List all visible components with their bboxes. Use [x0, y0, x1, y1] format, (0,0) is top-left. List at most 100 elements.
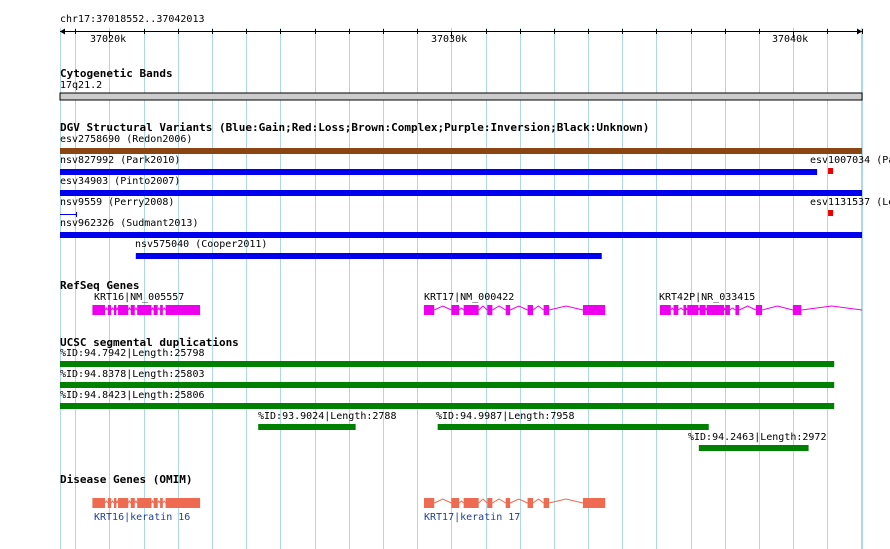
track-title-cytoband[interactable]: Cytogenetic Bands	[60, 67, 173, 80]
refseq-gene-intron	[678, 307, 684, 311]
omim-gene-exon	[118, 498, 129, 508]
omim-gene-label[interactable]: KRT17|keratin 17	[424, 512, 520, 524]
refseq-gene-exon	[130, 305, 135, 315]
refseq-gene-intron	[134, 307, 138, 311]
refseq-gene-intron	[548, 305, 584, 311]
refseq-gene-intron	[532, 305, 544, 311]
segdup-feature-label[interactable]: %ID:93.9024|Length:2788	[258, 411, 396, 423]
dgv-feature-label[interactable]: esv34903 (Pinto2007)	[60, 176, 180, 188]
segdup-feature-label[interactable]: %ID:94.7942|Length:25798	[60, 348, 205, 360]
dgv-feature-bar	[60, 148, 862, 154]
segdup-feature-bar	[60, 382, 835, 388]
omim-gene-intron	[509, 498, 528, 504]
omim-gene-intron	[434, 498, 452, 504]
track-title-omim[interactable]: Disease Genes (OMIM)	[60, 473, 192, 486]
refseq-gene-intron	[729, 307, 736, 311]
omim-gene-intron	[104, 500, 109, 504]
refseq-gene-intron	[162, 307, 166, 311]
segdup-feature-label[interactable]: %ID:94.2463|Length:2972	[688, 432, 826, 444]
refseq-gene-intron	[761, 305, 793, 311]
omim-gene-intron	[127, 500, 132, 504]
omim-gene-intron	[532, 498, 544, 504]
cytoband-bar	[59, 92, 863, 101]
omim-gene-intron	[134, 500, 138, 504]
refseq-gene-exon	[699, 305, 706, 315]
refseq-gene-exon	[582, 305, 606, 315]
segdup-feature-bar	[258, 424, 356, 430]
refseq-gene-exon	[118, 305, 129, 315]
tracks-area	[59, 92, 863, 508]
omim-gene-exon	[423, 498, 435, 508]
refseq-gene-intron	[127, 307, 132, 311]
refseq-gene-intron	[801, 305, 863, 311]
dgv-feature-label[interactable]: esv1131537 (Le	[810, 197, 890, 209]
omim-gene-exon	[153, 498, 158, 508]
refseq-gene-exon	[683, 305, 687, 315]
omim-gene-label[interactable]: KRT16|keratin 16	[94, 512, 190, 524]
refseq-gene-exon	[165, 305, 201, 315]
dgv-feature-label[interactable]: nsv9559 (Perry2008)	[60, 197, 174, 209]
refseq-gene-intron	[110, 307, 115, 311]
refseq-gene-label[interactable]: KRT42P|NR_033415	[659, 292, 755, 304]
omim-gene-exon	[113, 498, 117, 508]
refseq-gene-intron	[738, 305, 757, 311]
refseq-gene-exon	[792, 305, 802, 315]
dgv-feature-label[interactable]: nsv575040 (Cooper2011)	[135, 239, 267, 251]
dgv-feature-label[interactable]: nsv827992 (Park2010)	[60, 155, 180, 167]
ruler-tick-label: 37040k	[772, 34, 809, 45]
segdup-feature-label[interactable]: %ID:94.8423|Length:25806	[60, 390, 205, 402]
refseq-gene-intron	[478, 305, 488, 311]
refseq-gene-exon	[659, 305, 671, 315]
omim-gene-exon	[137, 498, 152, 508]
refseq-gene-exon	[687, 305, 699, 315]
refseq-gene-intron	[434, 305, 452, 311]
refseq-gene-exon	[463, 305, 479, 315]
omim-gene-exon	[451, 498, 460, 508]
dgv-feature-bar	[60, 232, 862, 238]
omim-gene-intron	[492, 498, 506, 504]
ruler-tick-label: 37020k	[90, 34, 127, 45]
segdup-feature-bar	[698, 445, 809, 451]
omim-gene-exon	[505, 498, 511, 508]
omim-gene-intron	[548, 498, 584, 504]
dgv-feature-bar	[135, 253, 602, 259]
refseq-gene-label[interactable]: KRT16|NM_005557	[94, 292, 184, 304]
ruler-tick-label: 37030k	[431, 34, 468, 45]
refseq-gene-exon	[153, 305, 158, 315]
refseq-gene-intron	[151, 306, 155, 311]
refseq-gene-exon	[107, 305, 112, 315]
segdup-feature-label[interactable]: %ID:94.8378|Length:25803	[60, 369, 205, 381]
genome-browser-panel[interactable]: chr17:37018552..37042013 37020k 37030k 3…	[0, 0, 890, 549]
segdup-feature-bar	[60, 403, 835, 409]
omim-gene-intron	[151, 499, 155, 504]
refseq-gene-exon	[113, 305, 117, 315]
segdup-feature-bar	[60, 361, 835, 367]
dgv-feature-bar	[828, 210, 834, 216]
omim-gene-intron	[157, 500, 161, 504]
refseq-gene-intron	[509, 305, 528, 311]
omim-gene-intron	[458, 500, 464, 504]
refseq-gene-intron	[104, 307, 109, 311]
refseq-gene-intron	[698, 307, 701, 311]
refseq-gene-intron	[458, 307, 464, 311]
refseq-gene-exon	[487, 305, 493, 315]
omim-gene-exon	[160, 498, 163, 508]
omim-gene-exon	[130, 498, 135, 508]
dgv-feature-label[interactable]: esv2758690 (Redon2006)	[60, 134, 192, 146]
omim-gene-exon	[527, 498, 534, 508]
region-label: chr17:37018552..37042013	[60, 14, 205, 25]
cytoband-label: 17q21.2	[60, 80, 103, 91]
refseq-gene-exon	[505, 305, 511, 315]
omim-gene-intron	[115, 499, 119, 504]
refseq-gene-exon	[543, 305, 550, 315]
track-title-refseq[interactable]: RefSeq Genes	[60, 279, 139, 292]
refseq-gene-intron	[157, 307, 161, 311]
dgv-feature-bar	[828, 168, 834, 174]
dgv-feature-label[interactable]: esv1007034 (Pa	[810, 155, 890, 167]
track-title-dgv[interactable]: DGV Structural Variants (Blue:Gain;Red:L…	[60, 121, 649, 134]
refseq-gene-label[interactable]: KRT17|NM_000422	[424, 292, 514, 304]
refseq-gene-intron	[492, 305, 506, 311]
segdup-feature-label[interactable]: %ID:94.9987|Length:7958	[436, 411, 574, 423]
dgv-feature-label[interactable]: nsv962326 (Sudmant2013)	[60, 218, 198, 230]
refseq-gene-intron	[723, 307, 726, 311]
